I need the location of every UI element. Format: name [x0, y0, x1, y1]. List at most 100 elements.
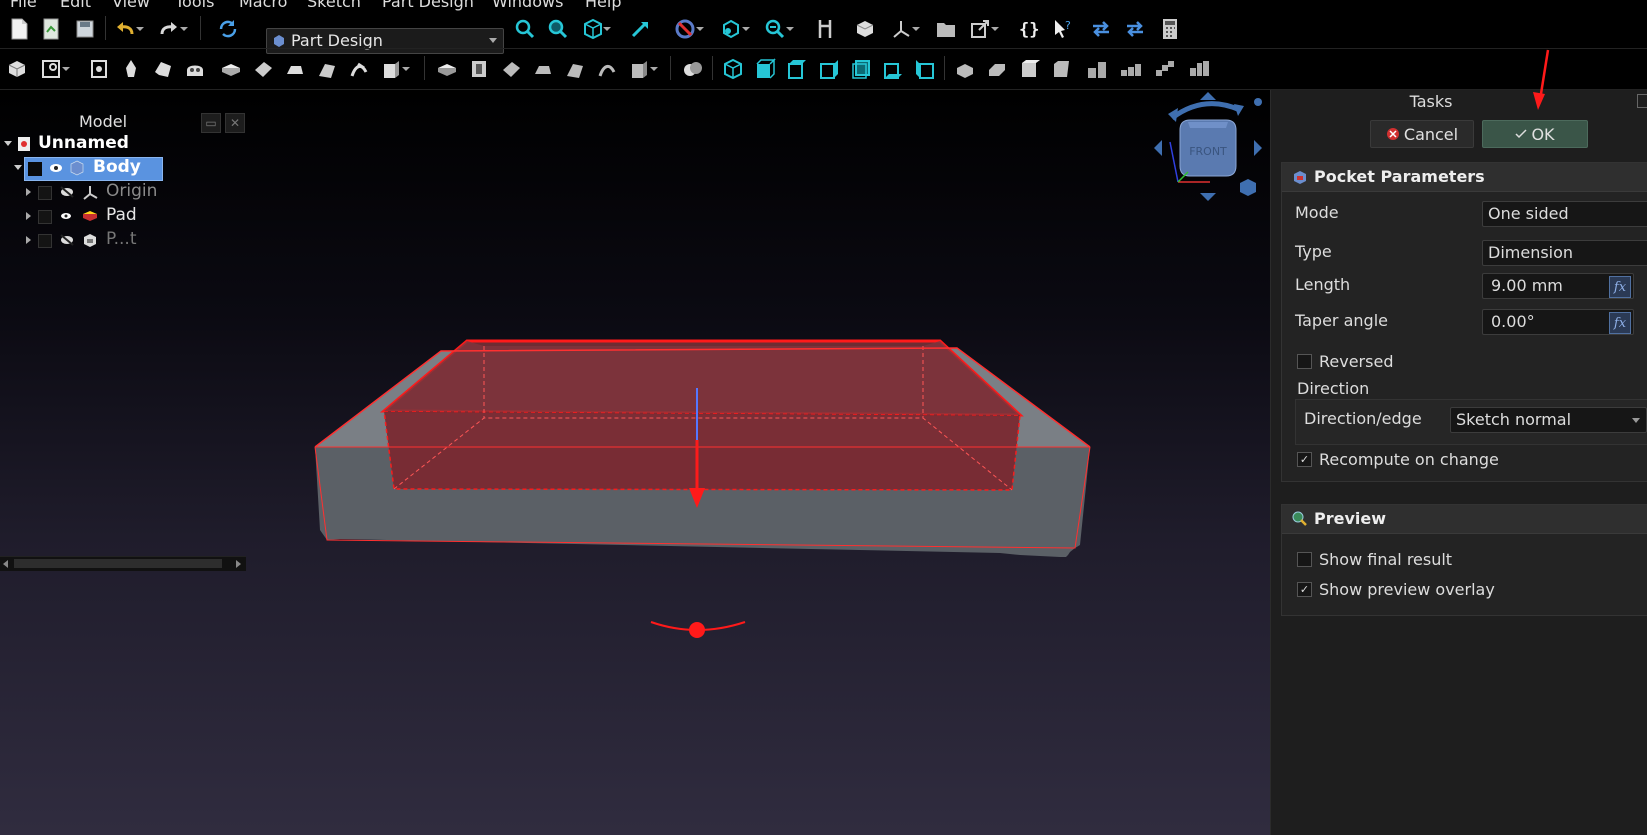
pocket-icon[interactable] [434, 56, 460, 82]
stereo-chevron-down-icon[interactable] [694, 16, 706, 42]
additive-primitive-chevron-down-icon[interactable] [400, 56, 412, 82]
redo-dropdown-chevron-down-icon[interactable] [178, 16, 190, 42]
eye-icon[interactable] [60, 211, 72, 221]
pocket-parameters-header[interactable]: Pocket Parameters [1282, 163, 1647, 192]
view-front-icon[interactable] [752, 56, 778, 82]
tree-item-origin[interactable]: Origin [0, 181, 240, 203]
fillet-icon[interactable] [952, 56, 978, 82]
visibility-checkbox[interactable] [38, 234, 52, 248]
recompute-checkbox[interactable]: ✓ [1297, 452, 1312, 467]
bounding-box-icon[interactable] [627, 16, 653, 42]
show-preview-overlay-checkbox[interactable]: ✓ [1297, 582, 1312, 597]
close-panel-icon[interactable]: ✕ [225, 113, 245, 133]
float-panel-icon[interactable]: ▭ [201, 113, 221, 133]
view-top-icon[interactable] [784, 56, 810, 82]
point-icon[interactable] [118, 56, 144, 82]
link-chevron-down-icon[interactable] [989, 16, 1001, 42]
view-right-icon[interactable] [816, 56, 842, 82]
view-isometric-icon[interactable] [720, 56, 746, 82]
sync-arrows-2-icon[interactable] [1122, 16, 1148, 42]
tree-horizontal-scrollbar[interactable] [0, 556, 246, 571]
navigation-cube[interactable]: FRONT [1148, 90, 1288, 220]
undo-dropdown-chevron-down-icon[interactable] [134, 16, 146, 42]
macro-braces-icon[interactable]: {} [1015, 16, 1041, 42]
linear-pattern-icon[interactable] [1118, 56, 1144, 82]
tree-item-unnamed[interactable]: Unnamed [0, 133, 240, 155]
taper-angle-input[interactable]: 0.00° fx [1482, 309, 1634, 335]
ok-button[interactable]: OK [1482, 120, 1588, 148]
pipe-icon[interactable] [314, 56, 340, 82]
collapse-chevron-down-icon[interactable] [4, 141, 12, 146]
new-document-icon[interactable] [6, 16, 32, 42]
folder-icon[interactable] [933, 16, 959, 42]
loft-icon[interactable] [282, 56, 308, 82]
scrollbar-thumb[interactable] [14, 559, 222, 568]
visibility-checkbox[interactable] [28, 162, 42, 176]
draft-icon[interactable] [1016, 56, 1042, 82]
float-panel-icon[interactable] [1637, 94, 1647, 108]
sync-arrows-icon[interactable] [1088, 16, 1114, 42]
eye-hidden-icon[interactable] [60, 234, 74, 246]
open-document-icon[interactable] [38, 16, 64, 42]
plane-icon[interactable] [182, 56, 208, 82]
formula-fx-icon[interactable]: fx [1609, 276, 1631, 298]
show-final-result-checkbox[interactable] [1297, 552, 1312, 567]
tree-item-body[interactable]: Body [0, 157, 240, 181]
subtractive-helix-icon[interactable] [594, 56, 620, 82]
zoom-chevron-down-icon[interactable] [784, 16, 796, 42]
view-bottom-icon[interactable] [880, 56, 906, 82]
save-icon[interactable] [72, 16, 98, 42]
preview-header[interactable]: Preview [1282, 505, 1647, 534]
axis-chevron-down-icon[interactable] [910, 16, 922, 42]
scroll-left-icon[interactable] [3, 560, 9, 568]
eye-icon[interactable] [49, 162, 63, 174]
pad-icon[interactable] [218, 56, 244, 82]
hole-icon[interactable] [466, 56, 492, 82]
view-left-icon[interactable] [912, 56, 938, 82]
visibility-checkbox[interactable] [38, 186, 52, 200]
boolean-icon[interactable] [680, 56, 706, 82]
groove-icon[interactable] [498, 56, 524, 82]
revolution-icon[interactable] [250, 56, 276, 82]
polar-pattern-icon[interactable] [1152, 56, 1178, 82]
model-tree-panel: Model ▭ ✕ Unnamed Body Origin Pad P...t [0, 90, 248, 571]
calculator-icon[interactable] [1157, 16, 1183, 42]
direction-edge-select[interactable]: Sketch normal [1450, 407, 1647, 433]
view-box-chevron-down-icon[interactable] [740, 16, 752, 42]
view-rear-icon[interactable] [848, 56, 874, 82]
mirrored-icon[interactable] [1084, 56, 1110, 82]
draw-style-chevron-down-icon[interactable] [601, 16, 613, 42]
multi-transform-icon[interactable] [1186, 56, 1212, 82]
body-icon[interactable] [4, 56, 30, 82]
type-select[interactable]: Dimension [1482, 240, 1647, 266]
eye-hidden-icon[interactable] [60, 186, 74, 198]
subtractive-pipe-icon[interactable] [562, 56, 588, 82]
sketch-chevron-down-icon[interactable] [60, 56, 72, 82]
reversed-checkbox[interactable] [1297, 354, 1312, 369]
subtractive-loft-icon[interactable] [530, 56, 556, 82]
subtractive-primitive-chevron-down-icon[interactable] [648, 56, 660, 82]
part-icon[interactable] [852, 16, 878, 42]
line-icon[interactable] [150, 56, 176, 82]
helix-icon[interactable] [346, 56, 372, 82]
length-input[interactable]: 9.00 mm fx [1482, 273, 1634, 299]
fit-selection-icon[interactable] [545, 16, 571, 42]
cancel-button[interactable]: Cancel [1370, 120, 1474, 148]
expand-chevron-right-icon[interactable] [26, 188, 31, 196]
validate-sketch-icon[interactable] [86, 56, 112, 82]
tree-item-pocket[interactable]: P...t [0, 229, 240, 251]
expand-chevron-right-icon[interactable] [26, 212, 31, 220]
expand-chevron-right-icon[interactable] [26, 236, 31, 244]
fit-all-icon[interactable] [512, 16, 538, 42]
scroll-right-icon[interactable] [236, 560, 242, 568]
tree-item-pad[interactable]: Pad [0, 205, 240, 227]
formula-fx-icon[interactable]: fx [1609, 312, 1631, 334]
collapse-chevron-down-icon[interactable] [14, 165, 22, 170]
whats-this-icon[interactable]: ? [1050, 16, 1076, 42]
mode-select[interactable]: One sided [1482, 201, 1647, 227]
visibility-checkbox[interactable] [38, 210, 52, 224]
chamfer-icon[interactable] [984, 56, 1010, 82]
thickness-icon[interactable] [1048, 56, 1074, 82]
measure-icon[interactable] [812, 16, 838, 42]
refresh-icon[interactable] [215, 16, 241, 42]
